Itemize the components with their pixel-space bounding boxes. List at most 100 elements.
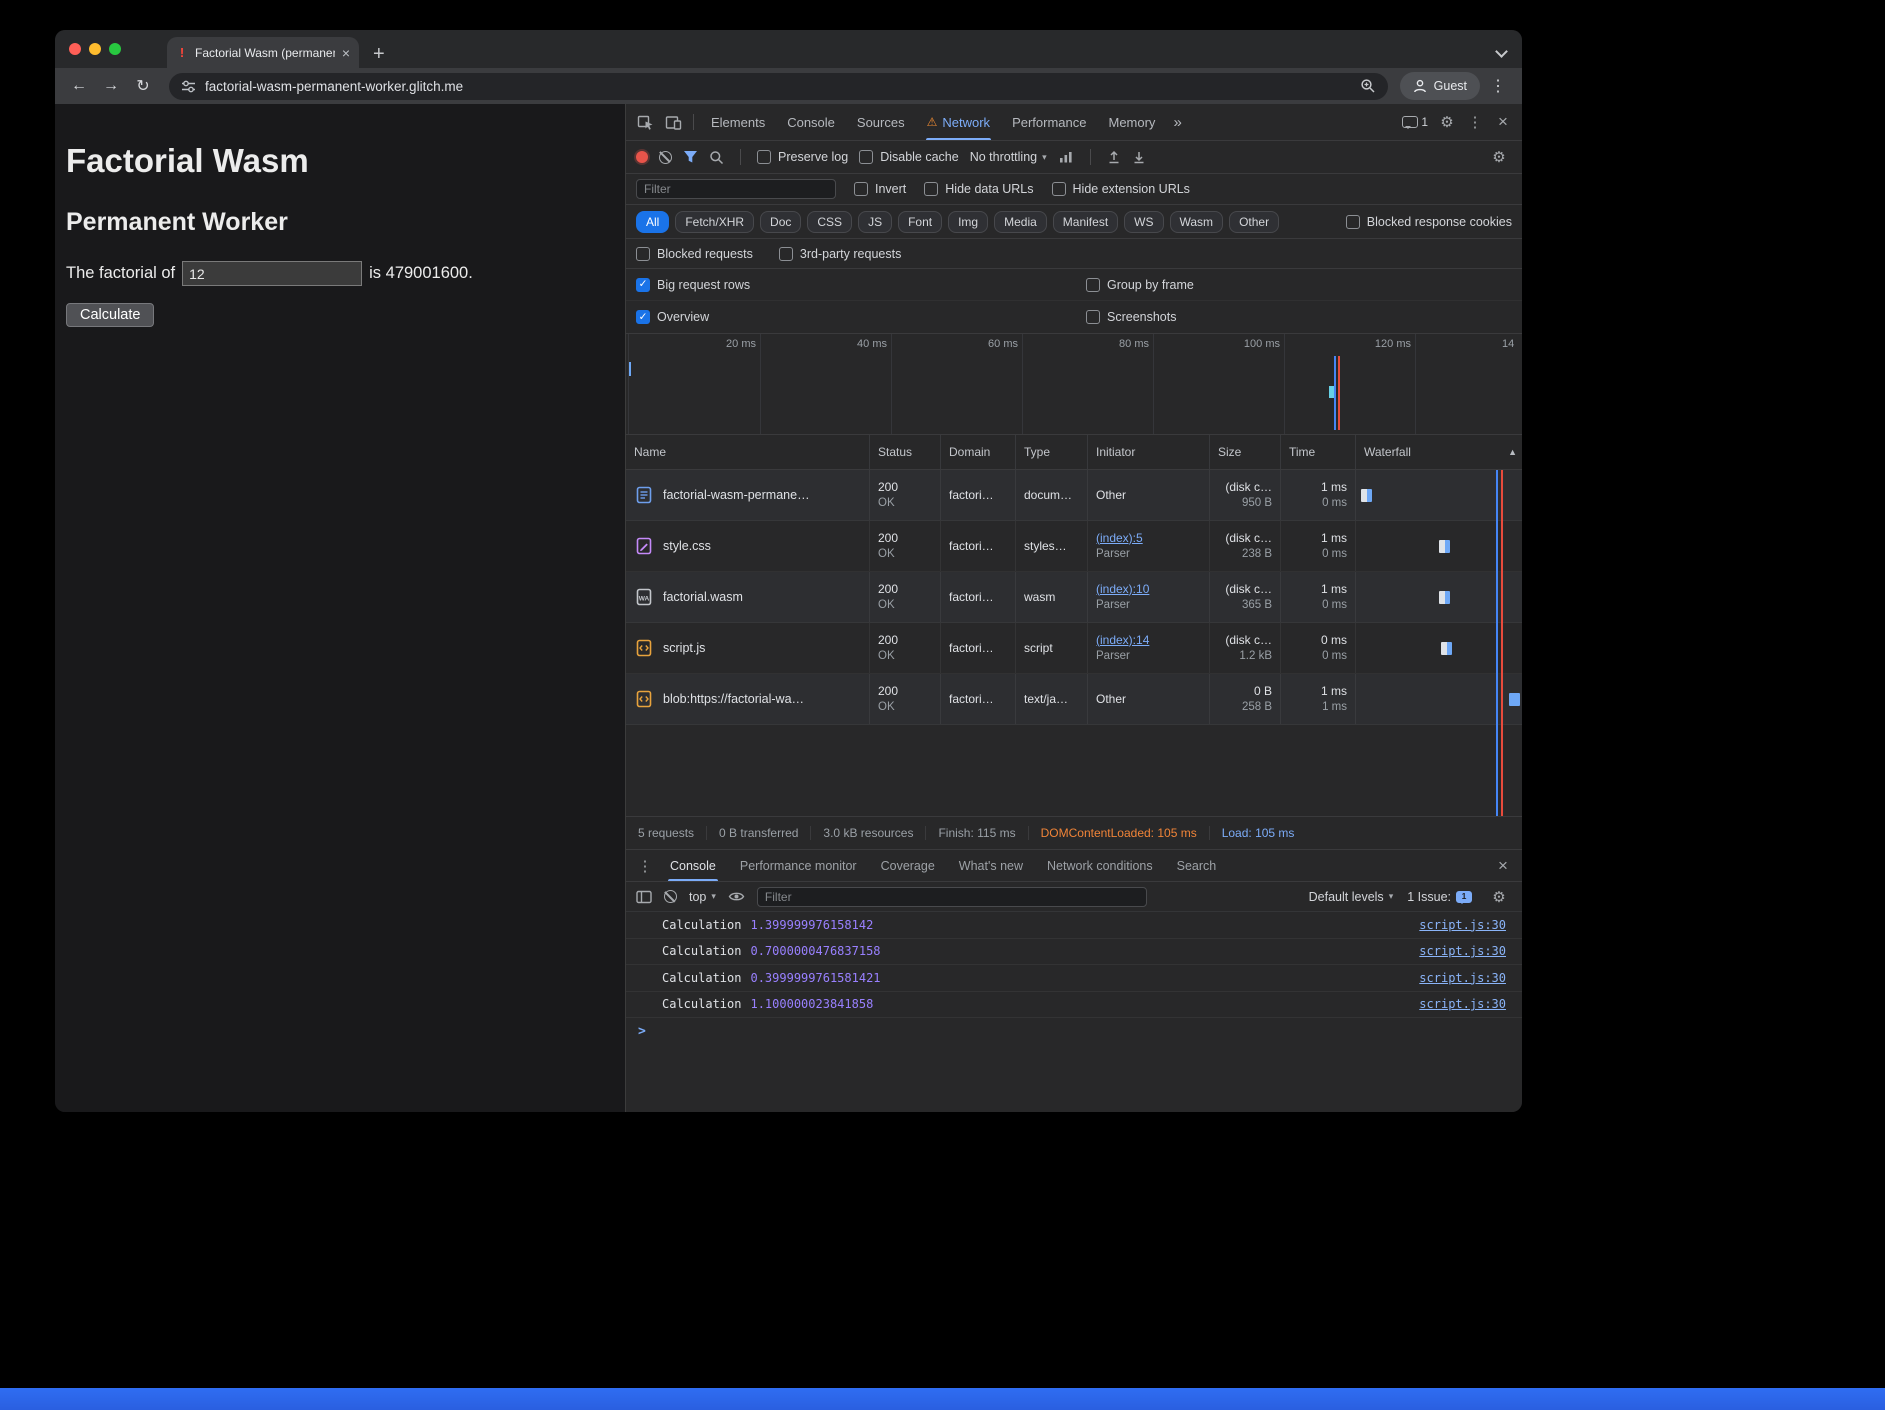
console-message[interactable]: Calculation 0.3999999761581421 script.js… xyxy=(626,965,1522,992)
device-toolbar-icon[interactable] xyxy=(660,109,686,135)
console-filter-input[interactable] xyxy=(757,887,1147,907)
hide-extension-urls-checkbox[interactable]: Hide extension URLs xyxy=(1052,182,1190,196)
drawer-tab-console[interactable]: Console xyxy=(658,850,728,881)
filter-pill-font[interactable]: Font xyxy=(898,211,942,233)
console-message[interactable]: Calculation 1.100000023841858 script.js:… xyxy=(626,992,1522,1019)
filter-pill-fetch-xhr[interactable]: Fetch/XHR xyxy=(675,211,754,233)
disable-cache-checkbox[interactable]: Disable cache xyxy=(859,150,959,164)
column-header-name[interactable]: Name xyxy=(626,435,870,469)
blocked-response-cookies-checkbox[interactable]: Blocked response cookies xyxy=(1346,215,1512,229)
live-expression-eye-icon[interactable] xyxy=(728,890,745,903)
filter-pill-media[interactable]: Media xyxy=(994,211,1047,233)
devtools-tab-console[interactable]: Console xyxy=(777,104,845,140)
clear-console-icon[interactable] xyxy=(664,890,677,903)
filter-pill-js[interactable]: JS xyxy=(858,211,892,233)
drawer-menu-icon[interactable]: ⋮ xyxy=(632,853,658,879)
forward-button[interactable]: → xyxy=(97,72,125,100)
filter-pill-ws[interactable]: WS xyxy=(1124,211,1163,233)
devtools-menu-icon[interactable]: ⋮ xyxy=(1462,109,1488,135)
source-link[interactable]: script.js:30 xyxy=(1419,944,1506,958)
filter-pill-other[interactable]: Other xyxy=(1229,211,1279,233)
factorial-input[interactable] xyxy=(182,261,362,286)
initiator-link[interactable]: (index):10 xyxy=(1096,581,1201,598)
preserve-log-checkbox[interactable]: Preserve log xyxy=(757,150,848,164)
source-link[interactable]: script.js:30 xyxy=(1419,971,1506,985)
filter-icon[interactable] xyxy=(683,150,698,164)
checkbox-checked[interactable]: ✓ xyxy=(636,278,650,292)
column-header-size[interactable]: Size xyxy=(1210,435,1281,469)
network-overview-timeline[interactable]: 20 ms 40 ms 60 ms 80 ms 100 ms 120 ms 14 xyxy=(626,334,1522,435)
drawer-tab-search[interactable]: Search xyxy=(1165,850,1229,881)
filter-pill-img[interactable]: Img xyxy=(948,211,988,233)
tab-close-button[interactable]: × xyxy=(342,46,350,60)
filter-pill-all[interactable]: All xyxy=(636,211,669,233)
search-icon[interactable] xyxy=(709,150,724,165)
checkbox[interactable] xyxy=(1086,278,1100,292)
new-tab-button[interactable]: + xyxy=(373,44,385,64)
reload-button[interactable]: ↻ xyxy=(129,72,157,100)
console-sidebar-icon[interactable] xyxy=(636,890,652,904)
calculate-button[interactable]: Calculate xyxy=(66,303,154,327)
browser-tab[interactable]: ! Factorial Wasm (permanent W × xyxy=(167,37,359,68)
network-filter-input[interactable] xyxy=(636,179,836,199)
hide-data-urls-checkbox[interactable]: Hide data URLs xyxy=(924,182,1033,196)
column-header-waterfall[interactable]: Waterfall ▲ xyxy=(1356,435,1522,469)
window-close-button[interactable] xyxy=(69,43,81,55)
request-row-wasm[interactable]: WA factorial.wasm 200OK factori… wasm (i… xyxy=(626,572,1522,623)
filter-pill-wasm[interactable]: Wasm xyxy=(1170,211,1224,233)
devtools-tab-performance[interactable]: Performance xyxy=(1002,104,1096,140)
column-header-status[interactable]: Status xyxy=(870,435,941,469)
site-settings-icon[interactable] xyxy=(181,79,196,94)
request-row-document[interactable]: factorial-wasm-permane… 200OK factori… d… xyxy=(626,470,1522,521)
url-text[interactable]: factorial-wasm-permanent-worker.glitch.m… xyxy=(205,79,463,94)
console-message[interactable]: Calculation 0.7000000476837158 script.js… xyxy=(626,939,1522,966)
column-header-domain[interactable]: Domain xyxy=(941,435,1016,469)
devtools-settings-icon[interactable]: ⚙ xyxy=(1434,109,1460,135)
more-tabs-button[interactable]: » xyxy=(1167,114,1187,131)
initiator-link[interactable]: (index):14 xyxy=(1096,632,1201,649)
checkbox[interactable] xyxy=(1346,215,1360,229)
source-link[interactable]: script.js:30 xyxy=(1419,997,1506,1011)
checkbox[interactable] xyxy=(757,150,771,164)
drawer-tab-performance-monitor[interactable]: Performance monitor xyxy=(728,850,869,881)
filter-pill-css[interactable]: CSS xyxy=(807,211,852,233)
filter-pill-doc[interactable]: Doc xyxy=(760,211,801,233)
address-bar[interactable]: factorial-wasm-permanent-worker.glitch.m… xyxy=(169,73,1388,100)
browser-menu-button[interactable]: ⋮ xyxy=(1484,72,1512,100)
column-header-type[interactable]: Type xyxy=(1016,435,1088,469)
column-header-initiator[interactable]: Initiator xyxy=(1088,435,1210,469)
network-settings-icon[interactable]: ⚙ xyxy=(1486,144,1512,170)
filter-pill-manifest[interactable]: Manifest xyxy=(1053,211,1118,233)
throttling-select[interactable]: No throttling ▾ xyxy=(970,150,1047,164)
third-party-requests-checkbox[interactable]: 3rd-party requests xyxy=(779,247,901,261)
issues-link[interactable]: 1 Issue: 1 xyxy=(1407,890,1472,904)
checkbox[interactable] xyxy=(1086,310,1100,324)
window-zoom-button[interactable] xyxy=(109,43,121,55)
execution-context-select[interactable]: top ▾ xyxy=(689,890,716,904)
devtools-tab-elements[interactable]: Elements xyxy=(701,104,775,140)
group-by-frame-checkbox[interactable]: Group by frame xyxy=(1086,278,1512,292)
drawer-tab-whats-new[interactable]: What's new xyxy=(947,850,1035,881)
blocked-requests-checkbox[interactable]: Blocked requests xyxy=(636,247,753,261)
inspect-element-icon[interactable] xyxy=(632,109,658,135)
invert-checkbox[interactable]: Invert xyxy=(854,182,906,196)
checkbox[interactable] xyxy=(1052,182,1066,196)
screenshots-checkbox[interactable]: Screenshots xyxy=(1086,310,1512,324)
tab-search-chevron-icon[interactable] xyxy=(1495,45,1508,58)
console-message[interactable]: Calculation 1.399999976158142 script.js:… xyxy=(626,912,1522,939)
console-prompt[interactable]: > xyxy=(626,1018,1522,1044)
devtools-tab-network[interactable]: ⚠ Network xyxy=(917,104,1000,140)
back-button[interactable]: ← xyxy=(65,72,93,100)
clear-network-log-icon[interactable] xyxy=(659,151,672,164)
drawer-tab-network-conditions[interactable]: Network conditions xyxy=(1035,850,1165,881)
record-network-log-button[interactable] xyxy=(636,151,648,163)
checkbox[interactable] xyxy=(924,182,938,196)
column-header-time[interactable]: Time xyxy=(1281,435,1356,469)
checkbox[interactable] xyxy=(779,247,793,261)
big-request-rows-checkbox[interactable]: ✓ Big request rows xyxy=(636,278,1086,292)
issues-counter-button[interactable]: 1 xyxy=(1398,109,1432,135)
checkbox[interactable] xyxy=(854,182,868,196)
drawer-close-button[interactable]: × xyxy=(1490,853,1516,879)
overview-checkbox[interactable]: ✓ Overview xyxy=(636,310,1086,324)
source-link[interactable]: script.js:30 xyxy=(1419,918,1506,932)
